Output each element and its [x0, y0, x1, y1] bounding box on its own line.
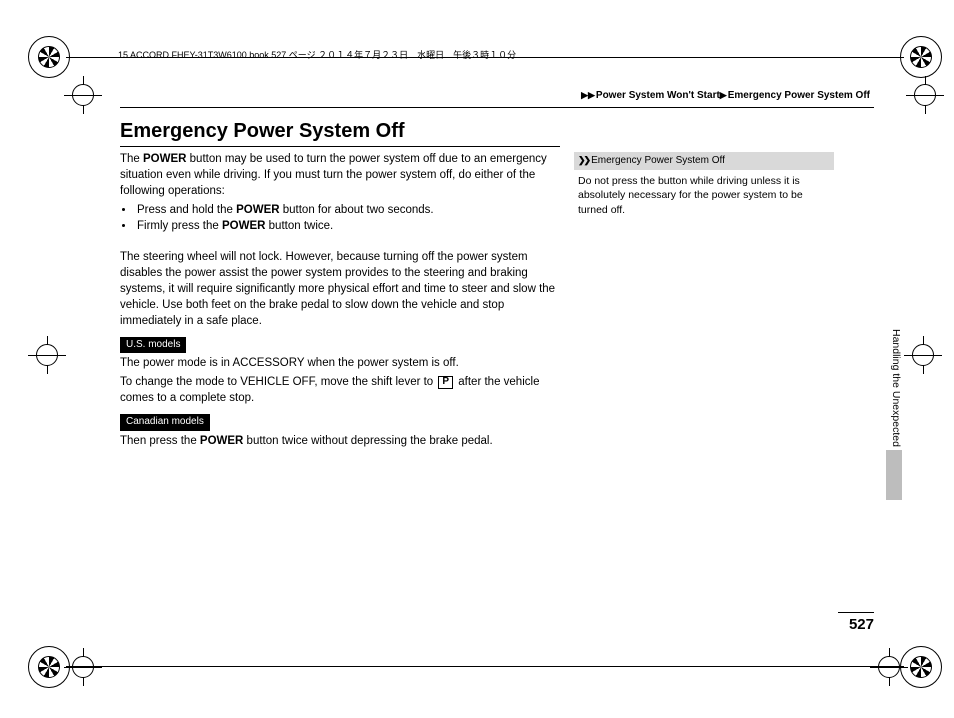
operations-list: Press and hold the POWER button for abou… — [120, 203, 558, 236]
breadcrumb-current: Emergency Power System Off — [728, 90, 870, 101]
breadcrumb-parent: Power System Won't Start — [596, 90, 720, 101]
crop-target-icon — [870, 648, 908, 686]
breadcrumb: ▶▶Power System Won't Start▶Emergency Pow… — [581, 90, 870, 101]
breadcrumb-arrow-icon: ▶ — [720, 90, 728, 100]
registration-mark-icon — [900, 36, 942, 78]
sidebar-note: ❯❯Emergency Power System Off Do not pres… — [574, 152, 834, 217]
intro-paragraph: The POWER button may be used to turn the… — [120, 152, 558, 200]
list-item: Firmly press the POWER button twice. — [135, 219, 558, 235]
print-header-strip: 15 ACCORD FHEY-31T3W6100.book 527 ページ ２０… — [118, 48, 516, 61]
crop-target-icon — [906, 76, 944, 114]
crop-target-icon — [64, 648, 102, 686]
sidebar-note-body: Do not press the button while driving un… — [574, 174, 834, 217]
crop-target-icon — [64, 76, 102, 114]
chapter-side-tab-label: Handling the Unexpected — [886, 329, 902, 447]
park-gear-icon: P — [438, 376, 453, 389]
section-title: Emergency Power System Off — [120, 120, 405, 143]
title-rule — [120, 146, 560, 147]
sidebar-note-title: Emergency Power System Off — [591, 155, 725, 166]
note-chevron-icon: ❯❯ — [578, 155, 589, 165]
crop-target-icon — [28, 336, 66, 374]
sidebar-note-header: ❯❯Emergency Power System Off — [574, 152, 834, 170]
chapter-side-tab-bar — [886, 450, 902, 500]
us-models-label: U.S. models — [120, 337, 186, 354]
breadcrumb-rule — [120, 107, 874, 108]
canadian-paragraph: Then press the POWER button twice withou… — [120, 434, 558, 450]
crop-rule-bottom — [66, 666, 904, 667]
main-column: The POWER button may be used to turn the… — [120, 152, 558, 453]
page-number-rule — [838, 612, 874, 613]
canadian-models-label: Canadian models — [120, 414, 210, 431]
list-item: Press and hold the POWER button for abou… — [135, 203, 558, 219]
page-number: 527 — [849, 616, 874, 633]
registration-mark-icon — [28, 36, 70, 78]
us-paragraph-1: The power mode is in ACCESSORY when the … — [120, 356, 558, 372]
crop-target-icon — [904, 336, 942, 374]
us-paragraph-2: To change the mode to VEHICLE OFF, move … — [120, 375, 558, 407]
breadcrumb-arrow-icon: ▶▶ — [581, 90, 596, 100]
steering-paragraph: The steering wheel will not lock. Howeve… — [120, 250, 558, 329]
